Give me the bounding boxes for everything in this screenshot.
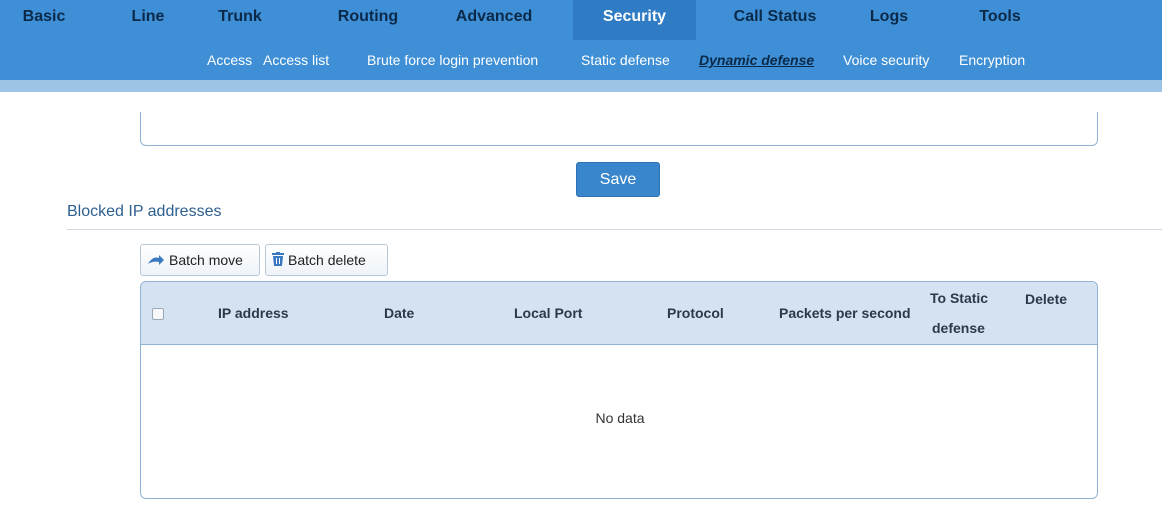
- table-header: IP address Date Local Port Protocol Pack…: [141, 282, 1097, 345]
- subnav-dynamic-defense[interactable]: Dynamic defense: [699, 40, 814, 80]
- subnav-access[interactable]: Access: [207, 40, 252, 80]
- empty-state-text: No data: [595, 410, 645, 426]
- section-title: Blocked IP addresses: [67, 203, 222, 220]
- blocked-ip-table: IP address Date Local Port Protocol Pack…: [140, 281, 1098, 499]
- col-protocol: Protocol: [667, 305, 724, 321]
- batch-delete-label: Batch delete: [288, 252, 366, 268]
- subnav-voice-security[interactable]: Voice security: [843, 40, 929, 80]
- batch-delete-button[interactable]: Batch delete: [265, 244, 388, 276]
- batch-move-label: Batch move: [169, 252, 243, 268]
- tab-security[interactable]: Security: [573, 0, 696, 40]
- trash-icon: [272, 246, 284, 276]
- subnav-access-list[interactable]: Access list: [263, 40, 329, 80]
- main-nav: Basic Line Trunk Routing Advanced Securi…: [0, 0, 1162, 40]
- subnav-static-defense[interactable]: Static defense: [581, 40, 670, 80]
- col-local-port: Local Port: [514, 305, 583, 321]
- batch-move-button[interactable]: Batch move: [140, 244, 260, 276]
- save-button[interactable]: Save: [576, 162, 660, 197]
- sub-nav: Access Access list Brute force login pre…: [0, 40, 1162, 80]
- arrow-right-icon: [147, 246, 165, 276]
- col-packets-per-second: Packets per second: [779, 305, 911, 321]
- col-delete: Delete: [1025, 291, 1068, 307]
- col-to-static-line1: To Static: [930, 290, 989, 306]
- subnav-brute-force[interactable]: Brute force login prevention: [367, 40, 538, 80]
- section-divider: [67, 229, 1162, 230]
- tab-tools[interactable]: Tools: [960, 0, 1040, 40]
- tab-basic[interactable]: Basic: [0, 0, 88, 40]
- subnav-encryption[interactable]: Encryption: [959, 40, 1025, 80]
- col-to-static-line2: defense: [932, 320, 985, 336]
- tab-routing[interactable]: Routing: [318, 0, 418, 40]
- tab-trunk[interactable]: Trunk: [200, 0, 280, 40]
- select-all-checkbox[interactable]: [152, 308, 164, 320]
- tab-call-status[interactable]: Call Status: [712, 0, 838, 40]
- settings-panel: [140, 112, 1098, 146]
- col-ip-address: IP address: [218, 305, 289, 321]
- tab-advanced[interactable]: Advanced: [434, 0, 554, 40]
- nav-divider-bar: [0, 80, 1162, 92]
- col-date: Date: [384, 305, 415, 321]
- tab-line[interactable]: Line: [108, 0, 188, 40]
- tab-logs[interactable]: Logs: [854, 0, 924, 40]
